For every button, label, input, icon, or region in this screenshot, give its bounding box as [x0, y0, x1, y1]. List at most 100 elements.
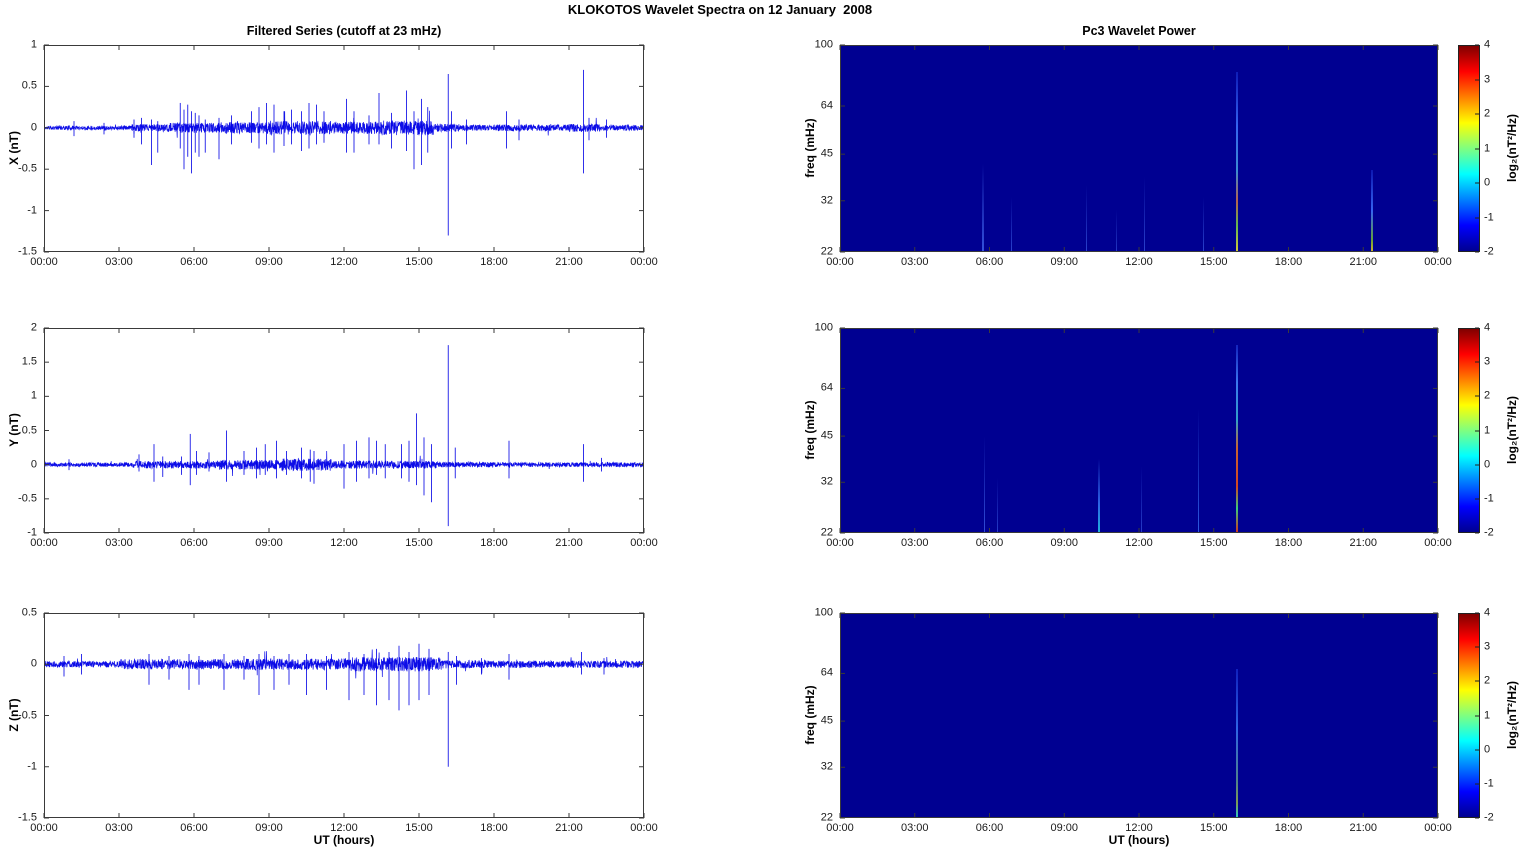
x-tick-label: 06:00	[975, 537, 1004, 549]
x-tick-label: 00:00	[1424, 256, 1452, 268]
colorbar-tick	[1475, 395, 1479, 397]
colorbar-tick-label: 4	[1484, 321, 1491, 334]
y-tick-label: 45	[820, 714, 833, 727]
y-tick-label: 0	[30, 458, 37, 471]
colorbar-tick-label: 1	[1484, 709, 1491, 721]
x-tick-label: 06:00	[180, 256, 208, 268]
x-tick-label: 00:00	[630, 256, 658, 268]
time-series-plot	[44, 613, 644, 818]
x-tick-label: 12:00	[1125, 256, 1153, 268]
y-tick-label: 32	[820, 475, 833, 488]
x-tick-label: 18:00	[1274, 537, 1303, 549]
colorbar-tick	[1475, 113, 1479, 115]
y-tick-label: 64	[820, 99, 833, 112]
wavelet-power-event	[1143, 177, 1145, 252]
right-xaxis-title: UT (hours)	[1108, 833, 1170, 847]
x-tick-label: 03:00	[900, 256, 929, 268]
colorbar-tick-label: 2	[1484, 389, 1491, 402]
x-tick-label: 06:00	[975, 256, 1004, 268]
x-tick-label: 09:00	[255, 256, 283, 268]
colorbar-tick-label: 0	[1484, 176, 1491, 189]
x-tick-label: 15:00	[405, 256, 433, 268]
colorbar-tick-label: 3	[1484, 640, 1491, 653]
x-tick-label: 21:00	[1349, 256, 1378, 268]
colorbar-tick-label: -2	[1484, 811, 1494, 824]
x-tick-label: 09:00	[1050, 537, 1079, 549]
x-tick-label: 15:00	[405, 537, 433, 549]
x-tick-label: 18:00	[1274, 256, 1303, 268]
left-xaxis-title: UT (hours)	[313, 833, 375, 847]
y-series-panel: 2 1.5 1 0.5 0 -0.5 -1 00:00 03:00 06:00 09:00 12:00…	[18, 322, 658, 549]
colorbar-tick-label: 1	[1484, 424, 1491, 436]
y-tick-label: 1	[30, 38, 37, 51]
colorbar-tick-label: -1	[1484, 492, 1494, 505]
colorbar-tick-label: 4	[1484, 606, 1491, 619]
colorbar-tick	[1475, 44, 1479, 46]
wavelet-power-event	[1235, 72, 1238, 252]
y-tick-label: -0.5	[18, 492, 37, 505]
x-spectro-ylabel: freq (mHz)	[803, 118, 817, 178]
spectrogram-plot	[840, 613, 1438, 818]
y-tick-label: 0.5	[21, 79, 37, 92]
y-tick-label: -1	[27, 760, 37, 773]
x-tick-label: 18:00	[480, 537, 508, 549]
colorbar-z-label: log₂(nT²/Hz)	[1505, 681, 1519, 749]
x-tick-label: 03:00	[105, 537, 133, 549]
wavelet-power-event	[1198, 408, 1200, 533]
x-spectrogram-panel: 100 64 45 32 22 00:00 03:00 06:00 09:00 12:00 15:0…	[815, 39, 1452, 268]
colorbar-tick-label: -2	[1484, 245, 1494, 258]
y-tick-label: 32	[820, 194, 833, 207]
spectrogram-plot	[840, 328, 1438, 533]
colorbar-tick-label: 1	[1484, 142, 1491, 154]
x-tick-label: 00:00	[826, 256, 854, 268]
x-tick-label: 00:00	[630, 537, 658, 549]
figure-canvas: KLOKOTOS Wavelet Spectra on 12 January 2…	[0, 0, 1526, 851]
y-tick-label: 64	[820, 381, 833, 394]
time-series-plot	[44, 328, 644, 533]
x-series-panel: 1 0.5 0 -0.5 -1 -1.5 00:00 03:00 06:00 09:00 12:00…	[18, 39, 658, 268]
z-spectrogram-panel: 100 64 45 32 22 00:00 03:00 06:00 09:00 12:00 15:0…	[815, 607, 1452, 834]
colorbar-tick	[1475, 327, 1479, 329]
y-spectrogram-panel: 100 64 45 32 22 00:00 03:00 06:00 09:00 12:00 15:0…	[815, 322, 1452, 549]
colorbar-tick	[1475, 749, 1479, 751]
y-tick-label: 45	[820, 429, 833, 442]
wavelet-power-event	[1235, 669, 1238, 818]
wavelet-power-event	[1011, 196, 1013, 252]
colorbar-tick	[1475, 430, 1479, 431]
x-tick-label: 00:00	[30, 256, 58, 268]
x-tick-label: 18:00	[480, 256, 508, 268]
x-tick-label: 00:00	[826, 537, 854, 549]
colorbar-tick-label: -1	[1484, 211, 1494, 223]
colorbar-tick	[1475, 532, 1479, 534]
y-tick-label: -0.5	[18, 162, 37, 175]
colorbar-tick-label: 2	[1484, 674, 1491, 687]
colorbar-tick-label: 0	[1484, 458, 1491, 471]
y-tick-label: 0.5	[21, 424, 37, 436]
z-series-ylabel: Z (nT)	[7, 698, 21, 732]
x-tick-label: 12:00	[330, 256, 358, 268]
x-tick-label: 15:00	[1199, 537, 1228, 549]
colorbar-tick-label: 3	[1484, 355, 1491, 368]
x-series-ylabel: X (nT)	[7, 131, 21, 165]
colorbar-tick	[1475, 251, 1479, 253]
colorbar-tick-label: 4	[1484, 38, 1491, 51]
colorbar-tick	[1475, 680, 1479, 682]
x-tick-label: 00:00	[30, 537, 58, 549]
colorbar-x: 4 3 2 1 0 -1 -2	[1458, 39, 1494, 257]
colorbar-tick	[1475, 217, 1479, 218]
colorbar-tick-label: 2	[1484, 107, 1491, 120]
right-column-title: Pc3 Wavelet Power	[1082, 24, 1196, 38]
z-series-panel: 0.5 0 -0.5 -1 -1.5 00:00 03:00 06:00 09:00 12:00 1…	[18, 607, 658, 834]
wavelet-power-event	[1116, 209, 1118, 252]
colorbar-tick	[1475, 182, 1479, 184]
wavelet-power-event	[1086, 184, 1088, 252]
x-tick-label: 00:00	[1424, 537, 1452, 549]
colorbar-tick	[1475, 361, 1479, 363]
y-tick-label: 64	[820, 666, 833, 679]
colorbar-tick	[1475, 817, 1479, 819]
wavelet-power-event	[982, 163, 985, 252]
x-tick-label: 06:00	[180, 537, 208, 549]
wavelet-power-event	[1371, 170, 1373, 252]
x-tick-label: 12:00	[1125, 537, 1153, 549]
y-tick-label: 100	[814, 606, 833, 619]
